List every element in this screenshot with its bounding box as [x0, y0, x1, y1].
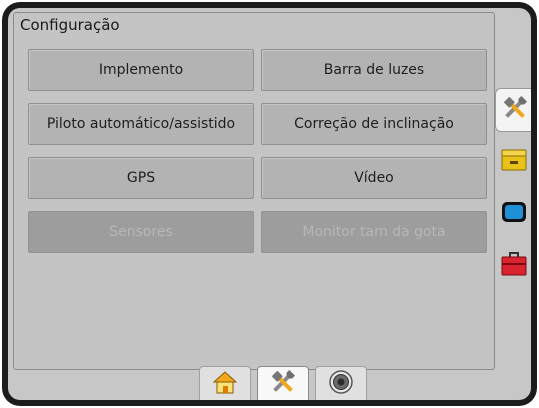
storage-drawer-icon — [499, 145, 529, 179]
display-screen-icon — [499, 197, 529, 231]
bottom-tab-configuration[interactable] — [257, 366, 309, 400]
device-bezel: Configuração Implemento Barra de luzes P… — [2, 2, 537, 406]
page-title: Configuração — [20, 16, 120, 34]
side-tab-console[interactable] — [495, 192, 531, 236]
video-button[interactable]: Vídeo — [261, 157, 487, 199]
side-tab-tools[interactable] — [495, 244, 531, 288]
tools-icon — [268, 367, 298, 400]
camera-lens-icon — [328, 369, 354, 399]
bottom-tab-operation[interactable] — [315, 366, 367, 400]
tools-icon — [500, 93, 530, 127]
piloto-automatico-button[interactable]: Piloto automático/assistido — [28, 103, 254, 145]
home-icon — [211, 369, 239, 399]
correcao-inclinacao-button[interactable]: Correção de inclinação — [261, 103, 487, 145]
gps-button[interactable]: GPS — [28, 157, 254, 199]
bottom-tab-home[interactable] — [199, 366, 251, 400]
side-tab-configuration[interactable] — [495, 88, 531, 132]
implemento-button[interactable]: Implemento — [28, 49, 254, 91]
bottom-tab-bar — [191, 366, 371, 400]
toolbox-icon — [499, 249, 529, 283]
barra-de-luzes-button[interactable]: Barra de luzes — [261, 49, 487, 91]
sensores-button: Sensores — [28, 211, 254, 253]
configuration-panel: Configuração Implemento Barra de luzes P… — [13, 12, 495, 370]
monitor-tam-gota-button: Monitor tam da gota — [261, 211, 487, 253]
side-tab-data[interactable] — [495, 140, 531, 184]
screen: Configuração Implemento Barra de luzes P… — [8, 8, 531, 400]
